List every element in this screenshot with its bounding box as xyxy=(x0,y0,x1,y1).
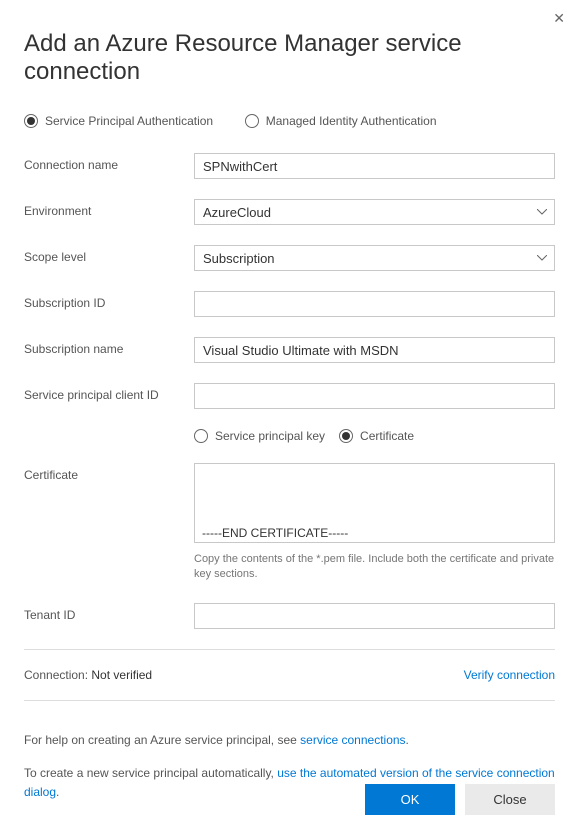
service-connections-link[interactable]: service connections xyxy=(300,733,405,747)
subscription-name-label: Subscription name xyxy=(24,337,194,356)
auth-managed-label: Managed Identity Authentication xyxy=(266,114,437,128)
environment-value[interactable] xyxy=(194,199,555,225)
certificate-textarea[interactable] xyxy=(194,463,555,543)
radio-icon xyxy=(245,114,259,128)
verify-connection-link[interactable]: Verify connection xyxy=(464,668,555,682)
divider xyxy=(24,700,555,701)
auth-managed-radio[interactable]: Managed Identity Authentication xyxy=(245,114,437,128)
certificate-help: Copy the contents of the *.pem file. Inc… xyxy=(194,552,555,583)
certificate-radio-label: Certificate xyxy=(360,429,414,443)
subscription-id-label: Subscription ID xyxy=(24,291,194,310)
dialog-title: Add an Azure Resource Manager service co… xyxy=(24,30,555,86)
button-row: OK Close xyxy=(365,784,555,815)
spn-client-id-input[interactable] xyxy=(194,383,555,409)
help-text-1b: . xyxy=(406,733,409,747)
tenant-id-input[interactable] xyxy=(194,603,555,629)
radio-icon xyxy=(194,429,208,443)
environment-select[interactable] xyxy=(194,199,555,225)
spn-key-label: Service principal key xyxy=(215,429,325,443)
help-text-2b: . xyxy=(56,785,59,799)
certificate-radio[interactable]: Certificate xyxy=(339,429,414,443)
connection-status-label: Connection: xyxy=(24,668,88,682)
auth-spn-label: Service Principal Authentication xyxy=(45,114,213,128)
connection-status-row: Connection: Not verified Verify connecti… xyxy=(24,668,555,682)
spn-client-id-label: Service principal client ID xyxy=(24,383,194,402)
connection-name-input[interactable] xyxy=(194,153,555,179)
scope-level-label: Scope level xyxy=(24,245,194,264)
certificate-label: Certificate xyxy=(24,463,194,482)
auth-mode-row: Service Principal Authentication Managed… xyxy=(24,114,555,131)
help-text-1a: For help on creating an Azure service pr… xyxy=(24,733,300,747)
scope-level-value[interactable] xyxy=(194,245,555,271)
auth-spn-radio[interactable]: Service Principal Authentication xyxy=(24,114,213,128)
help-text-2a: To create a new service principal automa… xyxy=(24,766,277,780)
subscription-id-input[interactable] xyxy=(194,291,555,317)
scope-level-select[interactable] xyxy=(194,245,555,271)
credential-type-row: Service principal key Certificate xyxy=(194,429,555,443)
spn-key-radio[interactable]: Service principal key xyxy=(194,429,325,443)
radio-icon xyxy=(339,429,353,443)
connection-name-label: Connection name xyxy=(24,153,194,172)
environment-label: Environment xyxy=(24,199,194,218)
tenant-id-label: Tenant ID xyxy=(24,603,194,622)
close-button[interactable]: Close xyxy=(465,784,555,815)
radio-icon xyxy=(24,114,38,128)
ok-button[interactable]: OK xyxy=(365,784,455,815)
divider xyxy=(24,649,555,650)
subscription-name-input[interactable] xyxy=(194,337,555,363)
connection-status-value: Not verified xyxy=(91,668,152,682)
close-icon[interactable]: ✕ xyxy=(553,10,565,27)
